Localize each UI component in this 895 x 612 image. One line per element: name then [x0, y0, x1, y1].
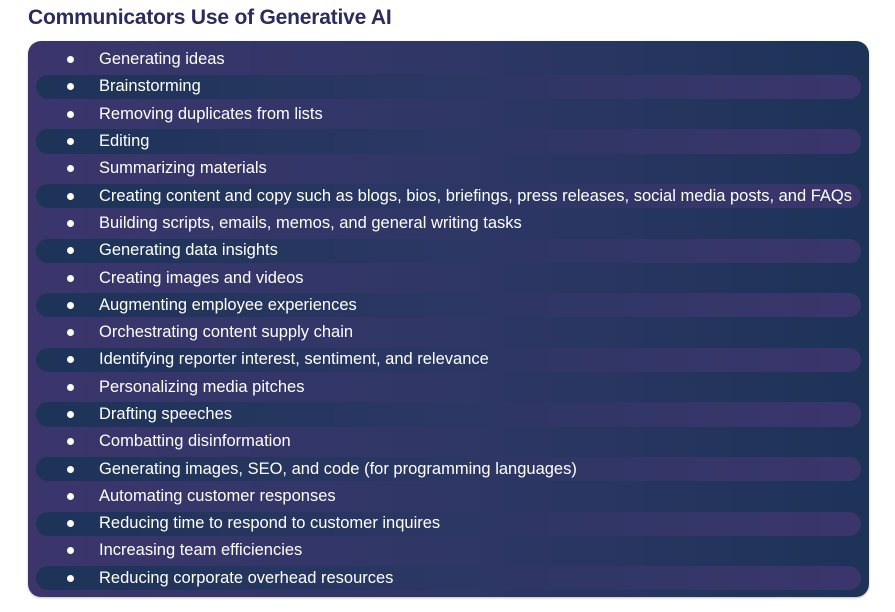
list-item-label: Brainstorming: [99, 77, 201, 96]
list-item-label: Generating ideas: [99, 50, 225, 69]
bullet-icon: [67, 492, 74, 500]
list-item: Generating data insights: [28, 237, 869, 264]
list-item: Creating content and copy such as blogs,…: [28, 182, 869, 209]
list-item: Brainstorming: [28, 73, 869, 100]
bullet-icon: [67, 356, 74, 364]
list-item: Identifying reporter interest, sentiment…: [28, 346, 869, 373]
bullet-icon: [67, 438, 74, 446]
list-item-label: Editing: [99, 132, 150, 151]
page-title: Communicators Use of Generative AI: [28, 6, 392, 29]
bullet-icon: [67, 520, 74, 528]
list-item-label: Creating content and copy such as blogs,…: [99, 186, 852, 205]
bullet-icon: [67, 138, 74, 146]
list-item: Summarizing materials: [28, 155, 869, 182]
use-cases-panel: Generating ideas Brainstorming Removing du…: [28, 41, 869, 597]
list-item-label: Increasing team efficiencies: [99, 541, 303, 560]
use-cases-list: Generating ideas Brainstorming Removing du…: [28, 46, 869, 592]
bullet-icon: [67, 83, 74, 91]
list-item-label: Automating customer responses: [99, 486, 336, 505]
list-item: Automating customer responses: [28, 483, 869, 510]
list-item: Creating images and videos: [28, 264, 869, 291]
list-item: Generating ideas: [28, 46, 869, 73]
bullet-icon: [67, 547, 74, 555]
list-item: Generating images, SEO, and code (for pr…: [28, 455, 869, 482]
bullet-icon: [67, 110, 74, 118]
list-item: Personalizing media pitches: [28, 374, 869, 401]
list-item-label: Orchestrating content supply chain: [99, 323, 354, 342]
list-item-label: Removing duplicates from lists: [99, 104, 323, 123]
list-item-label: Reducing corporate overhead resources: [99, 568, 394, 587]
list-item-label: Creating images and videos: [99, 268, 304, 287]
list-item-label: Building scripts, emails, memos, and gen…: [99, 213, 522, 232]
list-item: Editing: [28, 128, 869, 155]
list-item-label: Generating data insights: [99, 241, 278, 260]
bullet-icon: [67, 301, 74, 309]
list-item-label: Generating images, SEO, and code (for pr…: [99, 459, 577, 478]
list-item: Reducing corporate overhead resources: [28, 565, 869, 592]
bullet-icon: [67, 165, 74, 173]
list-item: Building scripts, emails, memos, and gen…: [28, 210, 869, 237]
bullet-icon: [67, 56, 74, 64]
bullet-icon: [67, 383, 74, 391]
list-item: Removing duplicates from lists: [28, 101, 869, 128]
list-item-label: Identifying reporter interest, sentiment…: [99, 350, 489, 369]
list-item-label: Personalizing media pitches: [99, 377, 305, 396]
bullet-icon: [67, 247, 74, 255]
list-item: Drafting speeches: [28, 401, 869, 428]
list-item-label: Reducing time to respond to customer inq…: [99, 514, 441, 533]
list-item: Increasing team efficiencies: [28, 537, 869, 564]
list-item: Orchestrating content supply chain: [28, 319, 869, 346]
list-item-label: Augmenting employee experiences: [99, 295, 357, 314]
list-item: Combatting disinformation: [28, 428, 869, 455]
bullet-icon: [67, 574, 74, 582]
list-item-label: Drafting speeches: [99, 405, 232, 423]
list-item: Reducing time to respond to customer inq…: [28, 510, 869, 537]
bullet-icon: [67, 329, 74, 337]
bullet-icon: [67, 192, 74, 200]
bullet-icon: [67, 219, 74, 227]
list-item: Augmenting employee experiences: [28, 292, 869, 319]
list-item-label: Combatting disinformation: [99, 432, 291, 451]
bullet-icon: [67, 274, 74, 282]
list-item-label: Summarizing materials: [99, 159, 267, 178]
bullet-icon: [67, 411, 74, 418]
bullet-icon: [67, 465, 74, 473]
